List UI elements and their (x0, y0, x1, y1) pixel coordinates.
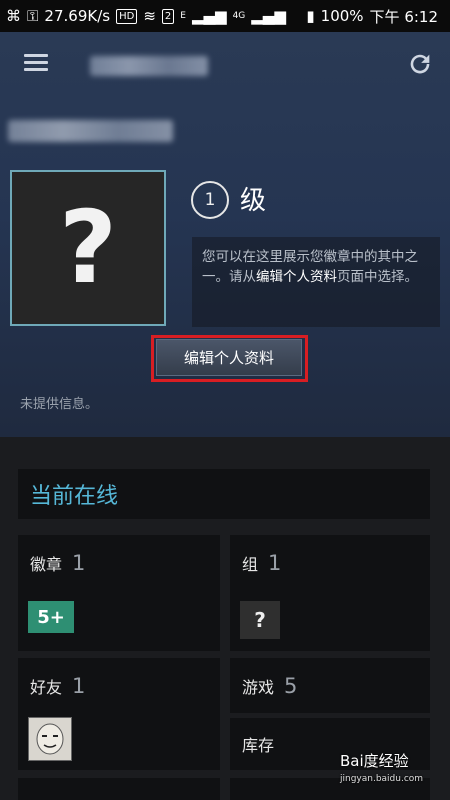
net-type-e: E (180, 11, 186, 21)
avatar: ? (10, 170, 166, 326)
profile-header: ? 1 级 您可以在这里展示您徽章中的其中之一。请从编辑个人资料页面中选择。 编… (0, 32, 450, 437)
games-label: 游戏 (242, 678, 275, 697)
level-number: 1 (204, 190, 216, 210)
notification-icon: ⌘ (6, 7, 21, 25)
groups-card[interactable]: 组1 ? (230, 535, 430, 651)
wifi-icon: ≋ (143, 7, 156, 25)
baidu-watermark: Bai度经验 jingyan.baidu.com (340, 752, 450, 800)
badge-info-link[interactable]: 编辑个人资料 (256, 269, 337, 285)
edit-profile-button[interactable]: 编辑个人资料 (156, 339, 302, 376)
badge-info-text-2: 页面中选择。 (337, 269, 418, 285)
groups-label: 组 (242, 555, 259, 574)
badges-label: 徽章 (30, 555, 63, 574)
key-icon: ⚿ (27, 7, 39, 25)
signal-icon: ▂▄▆ (191, 7, 227, 25)
groups-count: 1 (268, 551, 282, 575)
online-status-label: 当前在线 (30, 484, 119, 509)
badge-showcase-info: 您可以在这里展示您徽章中的其中之一。请从编辑个人资料页面中选择。 (192, 237, 440, 327)
no-info-text: 未提供信息。 (20, 397, 99, 412)
battery-icon: ▮ (306, 7, 315, 25)
online-status-panel: 当前在线 (18, 469, 430, 519)
friends-card[interactable]: 好友 1 (18, 658, 220, 770)
badges-card[interactable]: 徽章 1 5+ (18, 535, 220, 651)
blurred-username (8, 120, 173, 142)
group-avatar-icon[interactable]: ? (240, 601, 280, 639)
watermark-url: jingyan.baidu.com (340, 774, 424, 784)
question-mark-icon: ? (58, 189, 117, 306)
clock: 下午 6:12 (369, 7, 438, 26)
games-card[interactable]: 游戏 5 (230, 658, 430, 713)
badge-icon[interactable]: 5+ (28, 601, 74, 633)
watermark-brand: Bai度经验 (340, 752, 409, 770)
meme-face-icon (36, 723, 64, 755)
games-count: 5 (284, 674, 298, 698)
level-badge: 1 (191, 181, 229, 219)
blurred-page-title (90, 56, 208, 76)
friends-label: 好友 (30, 678, 63, 697)
friend-avatar[interactable] (28, 717, 72, 761)
signal-icon-2: ▂▄▆ (251, 7, 286, 25)
net-type-4g: 4G (232, 11, 246, 21)
level-label: 级 (240, 186, 267, 216)
refresh-icon[interactable] (406, 50, 434, 78)
friends-count: 1 (72, 674, 86, 698)
hd-badge: HD (116, 8, 138, 24)
inventory-label: 库存 (242, 736, 275, 755)
partial-card-left[interactable] (18, 778, 220, 800)
badges-count: 1 (72, 551, 86, 575)
sim-badge: 2 (161, 8, 175, 24)
status-bar: ⌘ ⚿ 27.69K/s HD ≋ 2 E ▂▄▆ 4G ▂▄▆ ▮ 100% … (0, 0, 450, 32)
battery-level: 100% (320, 7, 364, 25)
hamburger-menu-icon[interactable] (24, 54, 48, 72)
speed-readout: 27.69K/s (44, 7, 111, 25)
